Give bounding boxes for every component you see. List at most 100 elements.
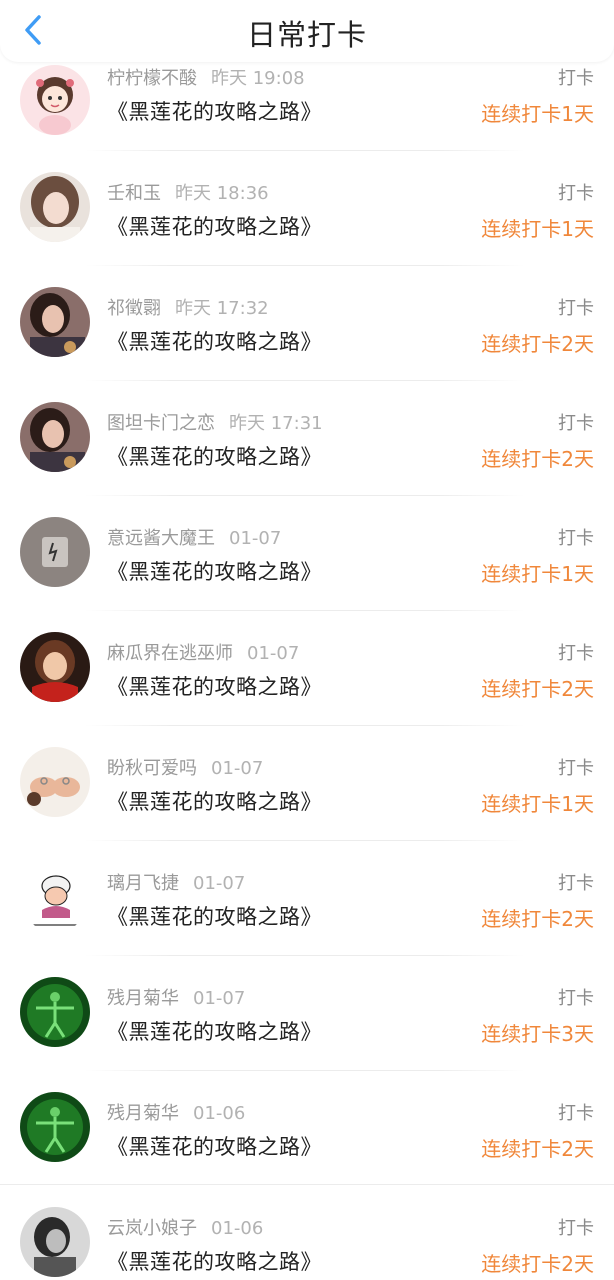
user-meta: 壬和玉 昨天 18:36 (107, 179, 269, 205)
user-name[interactable]: 盼秋可爱吗 (107, 758, 197, 779)
page-title: 日常打卡 (246, 18, 367, 52)
list-item[interactable]: 残月菊华 01-07 《黑莲花的攻略之路》 打卡 连续打卡3天 (0, 960, 614, 1075)
streak-label: 连续打卡1天 (481, 792, 594, 816)
book-title[interactable]: 《黑莲花的攻略之路》 (107, 556, 322, 586)
user-name[interactable]: 祁徵翾 (107, 298, 161, 319)
woman-portrait-avatar-icon (20, 402, 90, 472)
user-meta: 意远酱大魔王 01-07 (107, 524, 281, 550)
book-title[interactable]: 《黑莲花的攻略之路》 (107, 1016, 322, 1046)
user-meta: 璃月飞捷 01-07 (107, 869, 245, 895)
user-meta: 云岚小娘子 01-06 (107, 1214, 263, 1240)
checkin-time: 01-06 (193, 1103, 246, 1124)
avatar[interactable] (20, 172, 90, 242)
user-meta: 残月菊华 01-06 (107, 1099, 245, 1125)
divider (85, 725, 525, 726)
checkin-time: 01-06 (211, 1218, 264, 1239)
checkin-type: 打卡 (558, 1218, 594, 1239)
cartoon-girl-avatar-icon (20, 65, 90, 135)
list-item[interactable]: 图坦卡门之恋 昨天 17:31 《黑莲花的攻略之路》 打卡 连续打卡2天 (0, 385, 614, 500)
list-item[interactable]: 盼秋可爱吗 01-07 《黑莲花的攻略之路》 打卡 连续打卡1天 (0, 730, 614, 845)
user-name[interactable]: 壬和玉 (107, 183, 161, 204)
book-title[interactable]: 《黑莲花的攻略之路》 (107, 211, 322, 241)
list-item[interactable]: 云岚小娘子 01-06 《黑莲花的攻略之路》 打卡 连续打卡2天 (0, 1190, 614, 1280)
list-item[interactable]: 麻瓜界在逃巫师 01-07 《黑莲花的攻略之路》 打卡 连续打卡2天 (0, 615, 614, 730)
list-item[interactable]: 壬和玉 昨天 18:36 《黑莲花的攻略之路》 打卡 连续打卡1天 (0, 155, 614, 270)
user-name[interactable]: 云岚小娘子 (107, 1218, 197, 1239)
woman-portrait-avatar-icon (20, 287, 90, 357)
book-title[interactable]: 《黑莲花的攻略之路》 (107, 671, 322, 701)
gray-object-avatar-icon (20, 517, 90, 587)
streak-label: 连续打卡2天 (481, 907, 594, 931)
list-item[interactable]: 祁徵翾 昨天 17:32 《黑莲花的攻略之路》 打卡 连续打卡2天 (0, 270, 614, 385)
checkin-type: 打卡 (558, 68, 594, 89)
avatar[interactable] (20, 747, 90, 817)
streak-label: 连续打卡2天 (481, 677, 594, 701)
user-name[interactable]: 图坦卡门之恋 (107, 413, 215, 434)
streak-label: 连续打卡2天 (481, 332, 594, 356)
checkin-time: 昨天 18:36 (175, 183, 269, 204)
checkin-type: 打卡 (558, 413, 594, 434)
checkin-type: 打卡 (558, 298, 594, 319)
user-name[interactable]: 残月菊华 (107, 988, 179, 1009)
nav-header: 日常打卡 (0, 0, 614, 62)
streak-label: 连续打卡2天 (481, 447, 594, 471)
user-meta: 残月菊华 01-07 (107, 984, 245, 1010)
streak-label: 连续打卡2天 (481, 1252, 594, 1276)
user-name[interactable]: 柠柠檬不酸 (107, 68, 197, 89)
streak-label: 连续打卡1天 (481, 102, 594, 126)
divider (85, 265, 525, 266)
avatar[interactable] (20, 977, 90, 1047)
avatar[interactable] (20, 1207, 90, 1277)
list-item[interactable]: 残月菊华 01-06 《黑莲花的攻略之路》 打卡 连续打卡2天 (0, 1075, 614, 1190)
checkin-time: 01-07 (229, 528, 282, 549)
divider (85, 495, 525, 496)
girl-red-scarf-avatar-icon (20, 632, 90, 702)
list-item[interactable]: 意远酱大魔王 01-07 《黑莲花的攻略之路》 打卡 连续打卡1天 (0, 500, 614, 615)
book-title[interactable]: 《黑莲花的攻略之路》 (107, 96, 322, 126)
book-title[interactable]: 《黑莲花的攻略之路》 (107, 326, 322, 356)
book-title[interactable]: 《黑莲花的攻略之路》 (107, 441, 322, 471)
user-name[interactable]: 璃月飞捷 (107, 873, 179, 894)
book-title[interactable]: 《黑莲花的攻略之路》 (107, 786, 322, 816)
streak-label: 连续打卡2天 (481, 1137, 594, 1161)
checkin-type: 打卡 (558, 643, 594, 664)
divider (85, 1070, 525, 1071)
checkin-type: 打卡 (558, 528, 594, 549)
book-title[interactable]: 《黑莲花的攻略之路》 (107, 901, 322, 931)
streak-label: 连续打卡1天 (481, 562, 594, 586)
list-item[interactable]: 璃月飞捷 01-07 《黑莲花的攻略之路》 打卡 连续打卡2天 (0, 845, 614, 960)
checkin-time: 昨天 17:31 (229, 413, 323, 434)
avatar[interactable] (20, 862, 90, 932)
divider (85, 380, 525, 381)
user-meta: 麻瓜界在逃巫师 01-07 (107, 639, 299, 665)
avatar[interactable] (20, 632, 90, 702)
book-title[interactable]: 《黑莲花的攻略之路》 (107, 1246, 322, 1276)
avatar[interactable] (20, 402, 90, 472)
user-meta: 柠柠檬不酸 昨天 19:08 (107, 64, 305, 90)
book-title[interactable]: 《黑莲花的攻略之路》 (107, 1131, 322, 1161)
avatar[interactable] (20, 287, 90, 357)
user-name[interactable]: 意远酱大魔王 (107, 528, 215, 549)
cartoon-swimmer-avatar-icon (20, 862, 90, 932)
checkin-type: 打卡 (558, 988, 594, 1009)
checkin-time: 01-07 (247, 643, 300, 664)
user-meta: 祁徵翾 昨天 17:32 (107, 294, 269, 320)
user-name[interactable]: 麻瓜界在逃巫师 (107, 643, 233, 664)
avatar[interactable] (20, 65, 90, 135)
divider (85, 610, 525, 611)
checkin-time: 01-07 (193, 873, 246, 894)
user-name[interactable]: 残月菊华 (107, 1103, 179, 1124)
checkin-type: 打卡 (558, 758, 594, 779)
avatar[interactable] (20, 517, 90, 587)
user-meta: 盼秋可爱吗 01-07 (107, 754, 263, 780)
girl-photo-avatar-icon (20, 172, 90, 242)
avatar[interactable] (20, 1092, 90, 1162)
streak-label: 连续打卡1天 (481, 217, 594, 241)
checkin-time: 昨天 17:32 (175, 298, 269, 319)
green-vitruvian-avatar-icon (20, 977, 90, 1047)
checkin-type: 打卡 (558, 1103, 594, 1124)
checkin-time: 01-07 (193, 988, 246, 1009)
bw-photo-avatar-icon (20, 1207, 90, 1277)
hands-rings-avatar-icon (20, 747, 90, 817)
divider (85, 840, 525, 841)
